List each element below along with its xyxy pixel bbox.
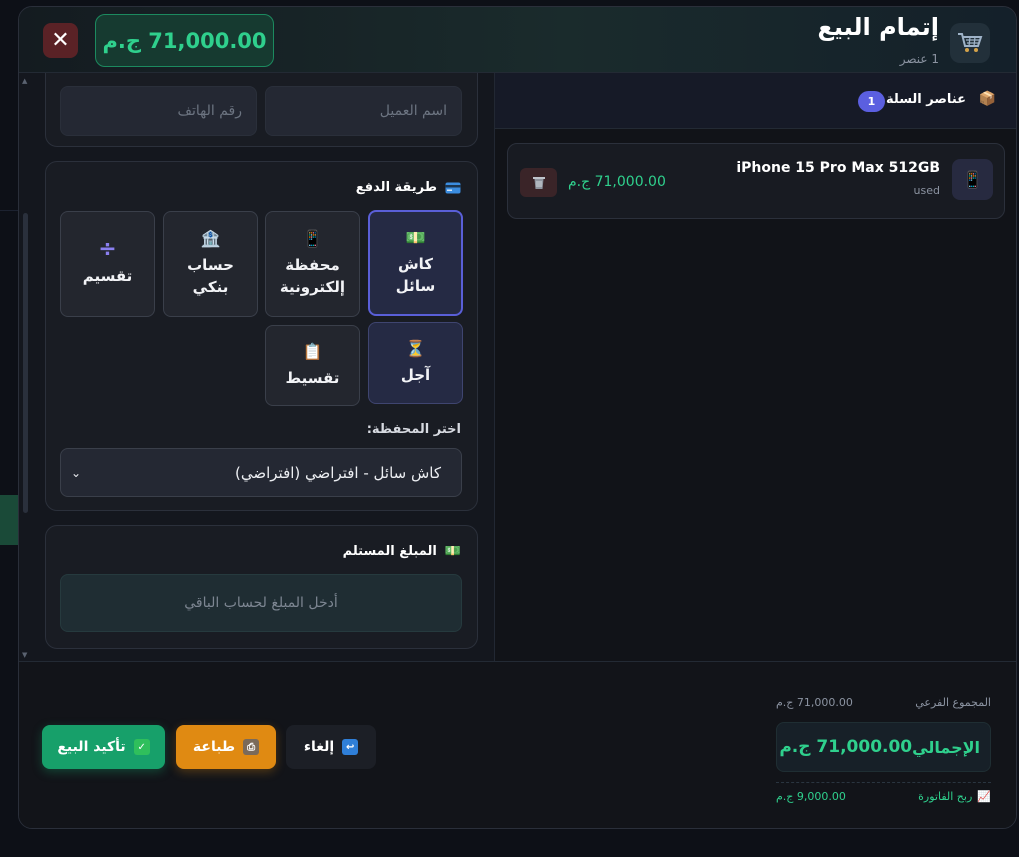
payment-option-label: تقسيم (82, 267, 133, 285)
customer-phone-input[interactable]: رقم الهاتف (60, 86, 257, 136)
cart-item: 📱 iPhone 15 Pro Max 512GB used 71,000.00… (507, 143, 1005, 219)
checkout-modal: إتمام البيع 1 عنصر 71,000.00 ج.م ✕ ▲ ▼ ا… (18, 6, 1017, 829)
profit-value: 9,000.00 ج.م (776, 790, 846, 803)
payment-option-label: آجل (400, 366, 431, 384)
payment-option-label: كاش سائل (395, 255, 436, 295)
cart-panel: 📦 عناصر السلة 1 📱 iPhone 15 Pro Max 512G… (494, 73, 1016, 661)
confirm-sale-button[interactable]: ✓ تأكيد البيع (42, 725, 165, 769)
payment-option-label: تقسيط (285, 368, 340, 387)
print-label: طباعة (192, 739, 236, 755)
scroll-down-arrow-icon[interactable]: ▼ (22, 651, 27, 659)
summary-divider (776, 782, 991, 783)
received-amount-card: 💵 المبلغ المستلم أدخل المبلغ لحساب الباق… (45, 525, 478, 649)
payment-option-split[interactable]: ÷ تقسيم (60, 211, 155, 317)
cart-count-badge: 1 (858, 91, 885, 112)
customer-name-input[interactable]: اسم العميل (265, 86, 462, 136)
payment-option-label: حساب بنكي (187, 256, 234, 296)
item-count-label: 1 عنصر (899, 52, 939, 66)
profit-label-wrap: 📈 ربح الفاتورة (918, 790, 991, 803)
payment-method-label: طريقة الدفع (355, 180, 437, 195)
grand-total-box: الإجمالي 71,000.00 ج.م (776, 722, 991, 772)
grand-total-label: الإجمالي (912, 737, 980, 757)
confirm-sale-label: تأكيد البيع (57, 739, 126, 755)
delete-item-button[interactable] (520, 168, 557, 197)
hourglass-icon: ⏳ (405, 339, 426, 358)
wallet-select[interactable]: ⌄ كاش سائل - افتراضي (افتراضي) (60, 448, 462, 497)
payment-option-label: محفظة إلكترونية (279, 256, 346, 296)
clipboard-icon: 📋 (302, 341, 323, 361)
backdrop-divider (0, 210, 18, 211)
divide-icon: ÷ (98, 237, 117, 262)
shopping-cart-icon (950, 23, 990, 63)
cart-item-name: iPhone 15 Pro Max 512GB (736, 160, 940, 176)
customer-card: اسم العميل رقم الهاتف (45, 73, 478, 147)
subtotal-value: 71,000.00 ج.م (776, 696, 853, 709)
total-badge: 71,000.00 ج.م (95, 14, 274, 67)
wallet-select-label: اختر المحفظة: (366, 422, 461, 437)
backdrop-block (0, 495, 18, 545)
received-amount-label: المبلغ المستلم (342, 544, 437, 559)
page-title: إتمام البيع (817, 13, 939, 41)
received-amount-title: 💵 المبلغ المستلم (343, 544, 461, 559)
payment-option-installment[interactable]: 📋 تقسيط (265, 325, 360, 406)
cart-title: عناصر السلة (886, 92, 966, 107)
scrollbar-thumb[interactable] (23, 213, 28, 513)
profit-label: ربح الفاتورة (918, 790, 973, 803)
print-button[interactable]: ⎙ طباعة (176, 725, 276, 769)
cash-icon: 💵 (405, 228, 426, 247)
return-arrow-icon: ↩ (342, 739, 359, 755)
close-button[interactable]: ✕ (43, 23, 78, 58)
check-icon: ✓ (133, 739, 150, 755)
subtotal-row: المجموع الفرعي 71,000.00 ج.م (776, 696, 991, 709)
cart-item-price: 71,000.00 ج.م (568, 174, 666, 190)
bank-icon: 🏦 (200, 229, 221, 248)
mobile-wallet-icon: 📱 (302, 229, 323, 248)
subtotal-label: المجموع الفرعي (915, 696, 991, 709)
credit-card-icon (445, 182, 461, 193)
printer-icon: ⎙ (243, 739, 260, 755)
trash-icon (532, 177, 545, 189)
cash-icon: 💵 (444, 544, 461, 559)
payment-method-title: طريقة الدفع (356, 180, 461, 195)
payment-method-card: طريقة الدفع 💵 كاش سائل 📱 محفظة إلكترونية… (45, 161, 478, 511)
chevron-down-icon: ⌄ (71, 465, 82, 480)
payment-option-e-wallet[interactable]: 📱 محفظة إلكترونية (265, 211, 360, 317)
payment-panel: ▲ ▼ اسم العميل رقم الهاتف طريقة الدفع 💵 … (19, 73, 494, 661)
cart-item-condition: used (913, 184, 940, 197)
scroll-up-arrow-icon[interactable]: ▲ (22, 77, 27, 85)
package-icon: 📦 (978, 91, 996, 107)
profit-row: 📈 ربح الفاتورة 9,000.00 ج.م (776, 790, 991, 803)
wallet-select-value: كاش سائل - افتراضي (افتراضي) (235, 463, 441, 482)
modal-header: إتمام البيع 1 عنصر 71,000.00 ج.م ✕ (19, 7, 1016, 73)
cart-header: 📦 عناصر السلة 1 (495, 73, 1016, 129)
payment-option-bank[interactable]: 🏦 حساب بنكي (163, 211, 258, 317)
checkout-footer: ✓ تأكيد البيع ⎙ طباعة ↩ إلغاء المجموع ال… (19, 661, 1016, 828)
cancel-button[interactable]: ↩ إلغاء (286, 725, 376, 769)
chart-up-icon: 📈 (977, 790, 991, 803)
payment-option-deferred[interactable]: ⏳ آجل (368, 322, 463, 404)
grand-total-value: 71,000.00 ج.م (779, 737, 913, 757)
payment-option-cash[interactable]: 💵 كاش سائل (368, 210, 463, 316)
cancel-label: إلغاء (303, 739, 335, 755)
received-amount-input[interactable]: أدخل المبلغ لحساب الباقي (60, 574, 462, 632)
phone-icon: 📱 (952, 159, 993, 200)
